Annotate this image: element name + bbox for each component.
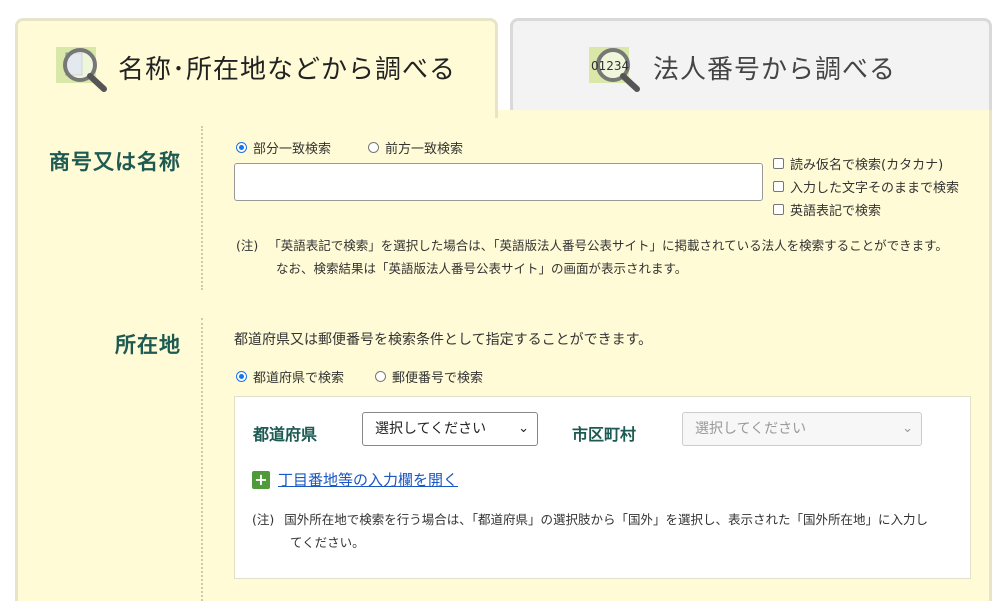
radio-partial-match[interactable]: 部分一致検索 xyxy=(236,138,331,157)
tab-label: 名称･所在地などから調べる xyxy=(118,55,457,85)
divider xyxy=(201,126,203,290)
chevron-down-icon: ⌄ xyxy=(902,421,913,436)
plus-icon[interactable]: + xyxy=(252,470,270,489)
divider xyxy=(201,318,203,601)
search-panel: 商号又は名称 部分一致検索 前方一致検索 読み仮名で検索(カタカナ) 入力した文… xyxy=(15,110,992,601)
city-label: 市区町村 xyxy=(572,425,637,444)
checkbox-kana-search[interactable]: 読み仮名で検索(カタカナ) xyxy=(773,154,943,173)
radio-prefecture-search[interactable]: 都道府県で検索 xyxy=(236,367,344,386)
radio-dot[interactable] xyxy=(368,142,379,153)
building-magnifier-icon xyxy=(56,47,107,92)
location-note: (注) 国外所在地で検索を行う場合は、「都道府県」の選択肢から「国外」を選択し、… xyxy=(252,508,928,554)
checkbox-box[interactable] xyxy=(773,158,784,169)
radio-postal-code-search[interactable]: 郵便番号で検索 xyxy=(375,367,483,386)
note-line2: なお、検索結果は「英語版法人番号公表サイト」の画面が表示されます。 xyxy=(276,261,688,276)
prefecture-select[interactable]: 選択してください ⌄ xyxy=(362,412,538,446)
name-section-label: 商号又は名称 xyxy=(49,150,181,174)
note-prefix: (注) xyxy=(236,238,259,253)
expand-address-link[interactable]: 丁目番地等の入力欄を開く xyxy=(278,469,458,490)
location-section-label: 所在地 xyxy=(115,333,181,357)
number-magnifier-icon: 01234 xyxy=(589,47,640,92)
checkbox-exact-text[interactable]: 入力した文字そのままで検索 xyxy=(773,177,959,196)
checkbox-box[interactable] xyxy=(773,204,784,215)
location-box: 都道府県 選択してください ⌄ 市区町村 選択してください ⌄ + 丁目番地等の… xyxy=(234,396,971,579)
note-prefix: (注) xyxy=(252,512,275,527)
tab-name-location-search[interactable]: 名称･所在地などから調べる xyxy=(15,18,498,118)
radio-dot[interactable] xyxy=(236,371,247,382)
chevron-down-icon: ⌄ xyxy=(518,421,529,436)
radio-dot[interactable] xyxy=(375,371,386,382)
note-line1: 国外所在地で検索を行う場合は、「都道府県」の選択肢から「国外」を選択し、表示され… xyxy=(284,512,929,527)
radio-dot[interactable] xyxy=(236,142,247,153)
city-select[interactable]: 選択してください ⌄ xyxy=(682,412,922,446)
svg-text:01234: 01234 xyxy=(591,59,629,73)
prefecture-label: 都道府県 xyxy=(253,425,318,444)
checkbox-box[interactable] xyxy=(773,181,784,192)
expand-address-fields[interactable]: + 丁目番地等の入力欄を開く xyxy=(252,469,458,490)
checkbox-english-search[interactable]: 英語表記で検索 xyxy=(773,200,881,219)
tab-label: 法人番号から調べる xyxy=(653,55,897,85)
note-line2: てください。 xyxy=(290,535,365,550)
location-description: 都道府県又は郵便番号を検索条件として指定することができます。 xyxy=(234,332,653,348)
tab-corporate-number-search[interactable]: 01234 法人番号から調べる xyxy=(510,18,992,110)
note-line1: 「英語表記で検索」を選択した場合は、「英語版法人番号公表サイト」に掲載されている… xyxy=(268,238,948,253)
radio-prefix-match[interactable]: 前方一致検索 xyxy=(368,138,463,157)
name-input[interactable] xyxy=(234,163,763,201)
name-note: (注) 「英語表記で検索」を選択した場合は、「英語版法人番号公表サイト」に掲載さ… xyxy=(236,234,948,280)
